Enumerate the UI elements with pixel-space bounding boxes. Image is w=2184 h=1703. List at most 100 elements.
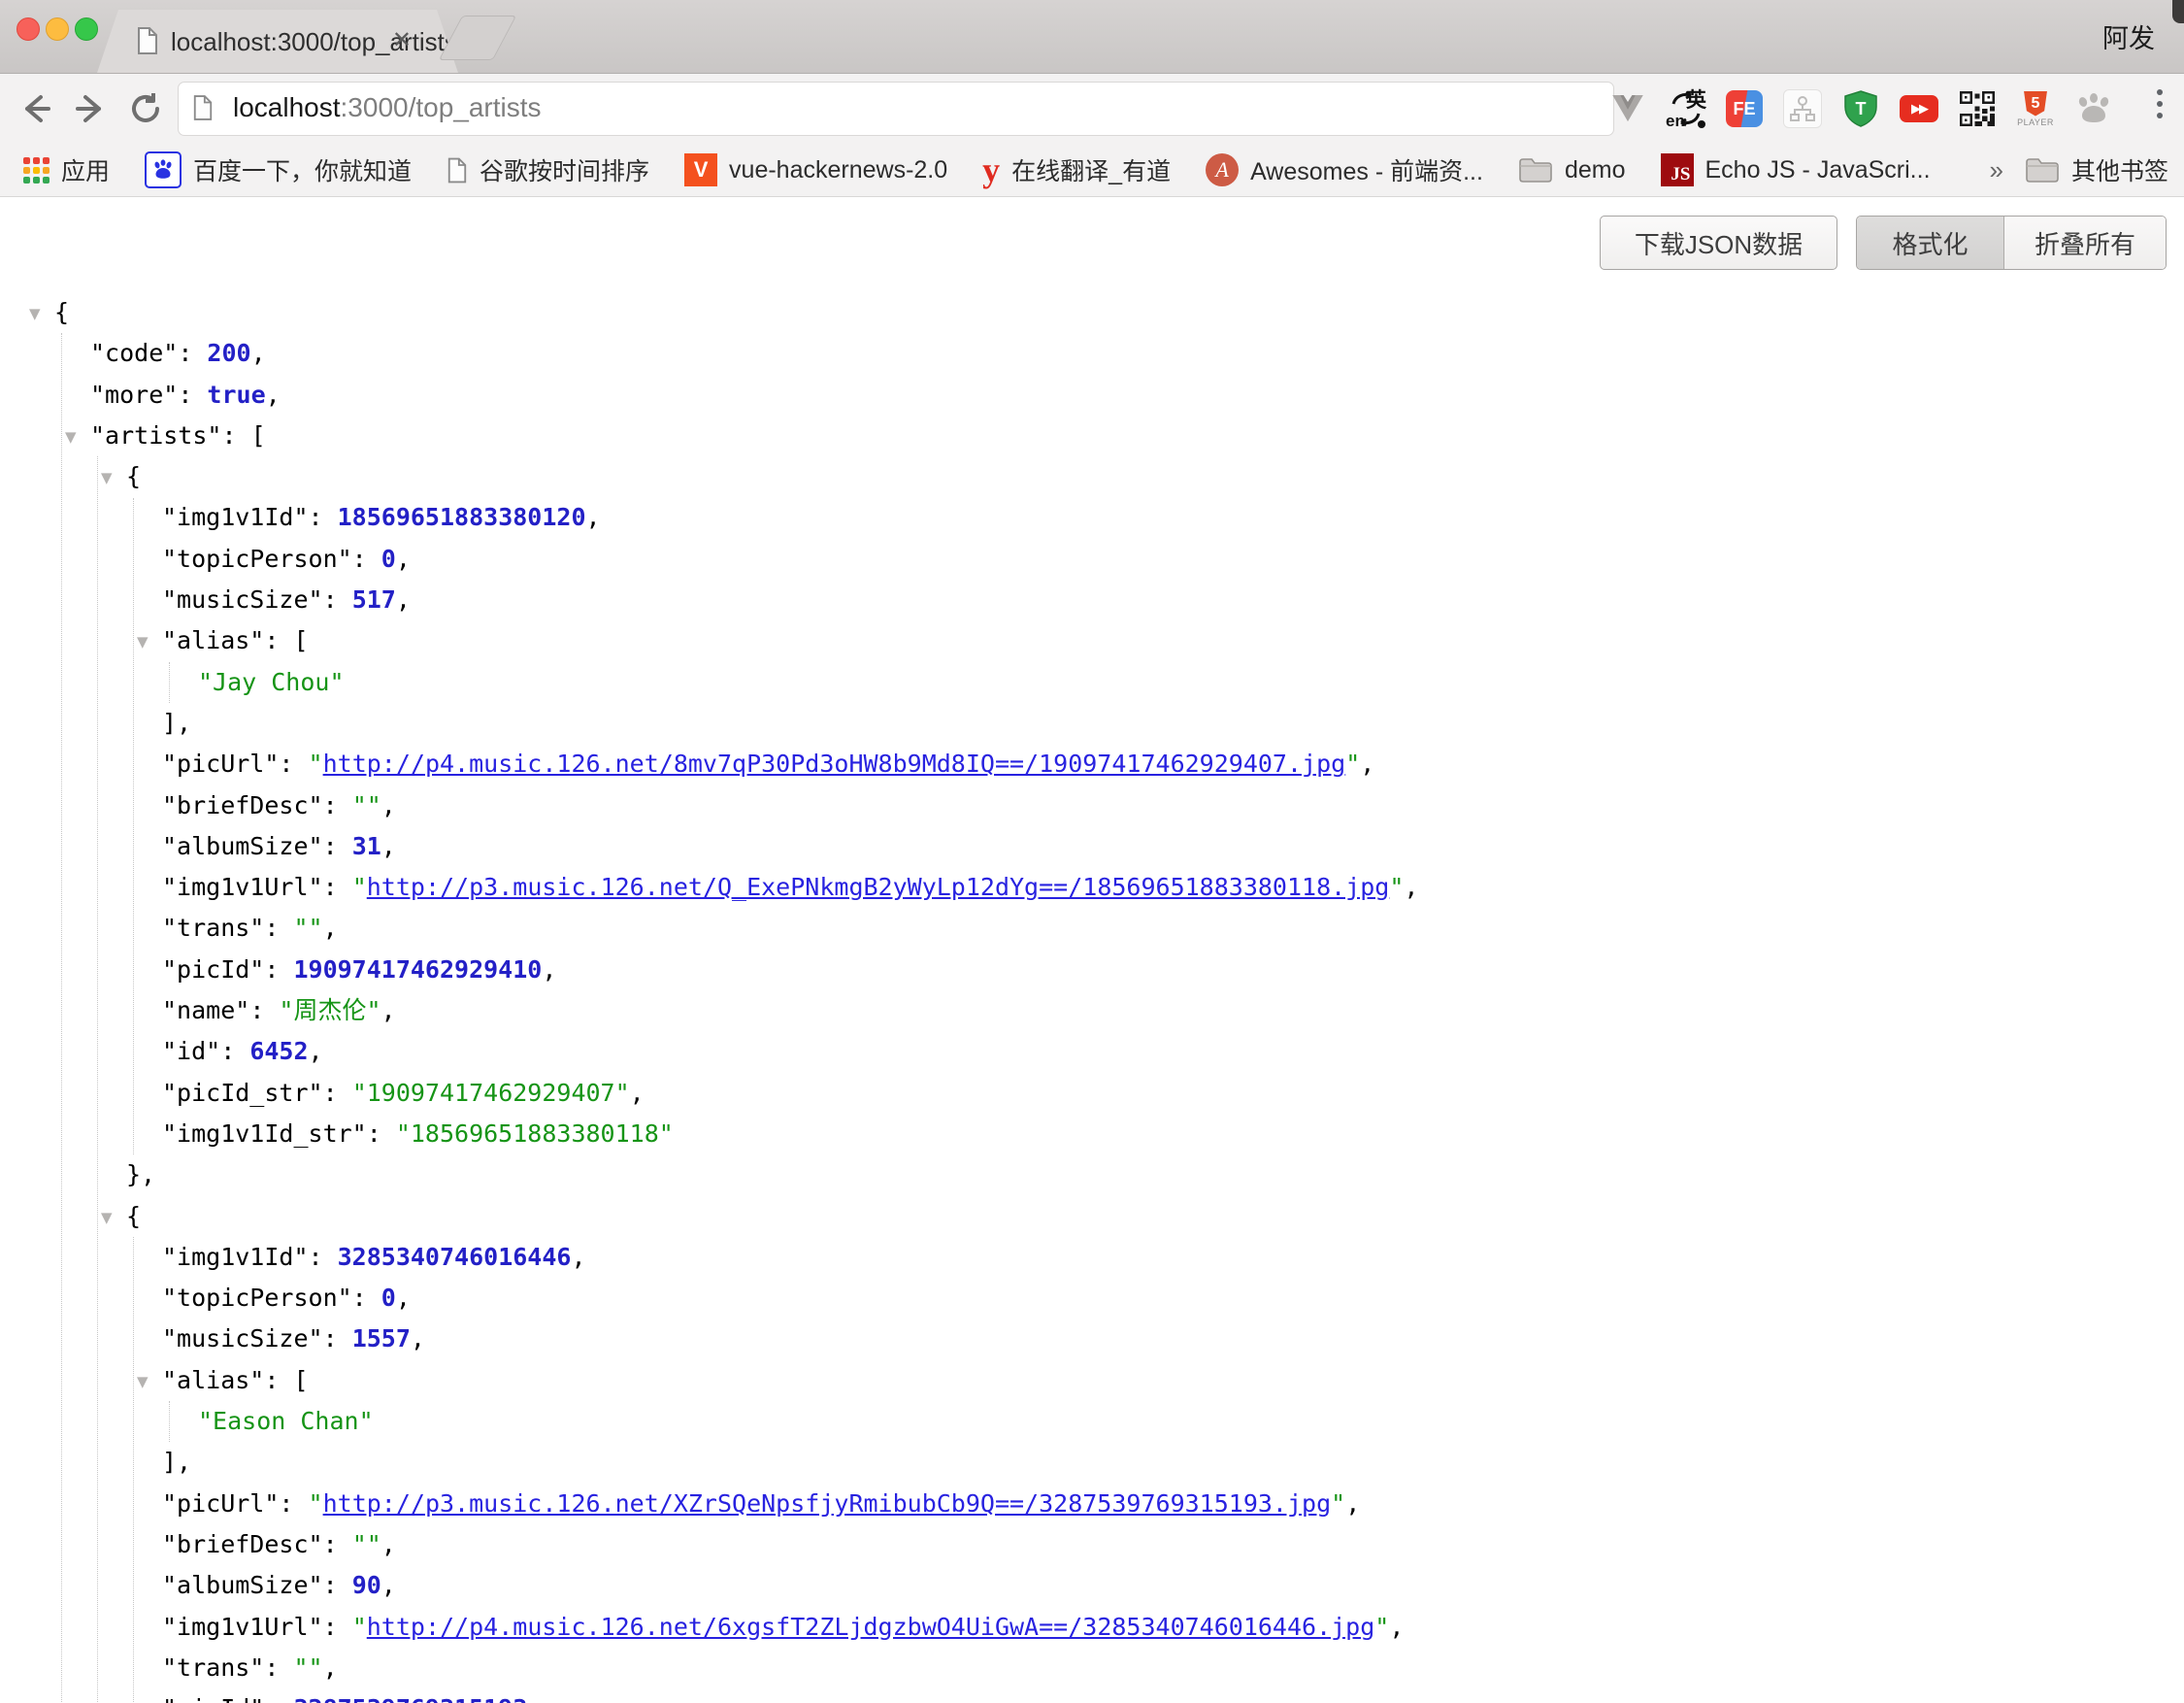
url-text: localhost:3000/top_artists <box>233 92 542 123</box>
json-token: 18569651883380120 <box>338 503 586 531</box>
bookmark-item[interactable]: 应用 <box>23 152 110 187</box>
vue-bookmark-icon: V <box>684 153 717 186</box>
json-token: { <box>54 298 69 326</box>
json-token: : <box>309 503 338 531</box>
json-token: , <box>251 339 266 367</box>
json-token: "more" <box>90 381 178 409</box>
format-button[interactable]: 格式化 <box>1857 217 2004 269</box>
json-link[interactable]: http://p4.music.126.net/8mv7qP30Pd3oHW8b… <box>323 750 1346 778</box>
collapse-toggle-icon[interactable]: ▼ <box>137 1361 149 1402</box>
tree-guide-line <box>97 456 98 1703</box>
json-token: "img1v1Url" <box>162 873 323 901</box>
json-token: 1557 <box>352 1324 411 1352</box>
fe-extension-icon[interactable]: FE <box>1724 83 1765 134</box>
json-line: "musicSize": 1557, <box>0 1319 2184 1359</box>
json-link[interactable]: http://p3.music.126.net/Q_ExePNkmgB2yWyL… <box>367 873 1390 901</box>
window-minimize-button[interactable] <box>46 17 69 41</box>
new-tab-button[interactable] <box>439 16 516 60</box>
window-close-button[interactable] <box>17 17 40 41</box>
bookmarks-overflow-icon[interactable]: » <box>1990 155 2003 185</box>
bookmark-item[interactable]: 百度一下，你就知道 <box>145 151 412 188</box>
bookmark-item[interactable]: Vvue-hackernews-2.0 <box>684 153 947 186</box>
collapse-toggle-icon[interactable]: ▼ <box>101 1197 113 1238</box>
window-zoom-button[interactable] <box>75 17 98 41</box>
page-icon <box>447 157 468 184</box>
translator-icon[interactable]: 英en <box>1666 88 1706 129</box>
sitemap-icon[interactable] <box>1782 83 1823 134</box>
echojs-icon: JS <box>1661 153 1694 186</box>
tab-title: localhost:3000/top_artists <box>171 27 457 57</box>
json-line: "picId": 19097417462929410, <box>0 950 2184 990</box>
json-token: "img1v1Id" <box>162 503 309 531</box>
json-token: "18569651883380118" <box>396 1119 674 1148</box>
json-token: "周杰伦" <box>279 996 381 1024</box>
json-token: , <box>266 381 281 409</box>
json-token: : <box>323 1079 352 1107</box>
tree-guide-line <box>61 333 62 1703</box>
bookmarks-list: 应用百度一下，你就知道谷歌按时间排序 Vvue-hackernews-2.0 y在线… <box>0 151 1931 188</box>
json-token: : <box>352 1284 381 1312</box>
collapse-toggle-icon[interactable]: ▼ <box>29 293 41 334</box>
json-token: : <box>264 914 293 942</box>
html5-player-icon[interactable]: 5PLAYER <box>2015 83 2056 134</box>
json-line: "picUrl": "http://p4.music.126.net/8mv7q… <box>0 744 2184 785</box>
vue-devtools-icon[interactable] <box>1607 83 1648 134</box>
json-line: ▼"alias": [ <box>0 620 2184 661</box>
json-token: : <box>367 1119 396 1148</box>
profile-name[interactable]: 阿发 <box>2102 17 2155 55</box>
json-token: : [ <box>221 421 265 450</box>
json-token: "img1v1Url" <box>162 1613 323 1641</box>
json-token: : <box>323 1571 352 1599</box>
other-bookmarks-label: 其他书签 <box>2071 152 2168 187</box>
json-token: "Eason Chan" <box>198 1407 374 1435</box>
collapse-all-button[interactable]: 折叠所有 <box>2004 217 2166 269</box>
bookmark-item[interactable]: demo <box>1518 156 1626 184</box>
bookmark-item[interactable]: y在线翻译_有道 <box>982 152 1171 187</box>
json-viewer: ▼{"code": 200,"more": true,▼"artists": [… <box>0 292 2184 1703</box>
folder-icon <box>1518 156 1553 184</box>
bookmark-item[interactable]: JSEcho JS - JavaScri... <box>1661 153 1931 186</box>
json-link[interactable]: http://p3.music.126.net/XZrSQeNpsfjyRmib… <box>323 1489 1332 1518</box>
json-token: , <box>630 1079 645 1107</box>
collapse-toggle-icon[interactable]: ▼ <box>65 417 77 457</box>
qr-code-icon[interactable] <box>1957 83 1998 134</box>
json-token: , <box>381 1530 396 1558</box>
json-token: , <box>396 585 411 614</box>
json-line: "Eason Chan" <box>0 1401 2184 1442</box>
json-token: , <box>1389 1613 1404 1641</box>
browser-menu-icon[interactable] <box>2157 89 2163 118</box>
svg-text:T: T <box>1856 99 1867 118</box>
bookmark-item[interactable]: AAwesomes - 前端资... <box>1206 152 1483 187</box>
json-token: , <box>1404 873 1418 901</box>
json-token: { <box>126 462 141 490</box>
forward-button[interactable] <box>72 85 118 132</box>
url-path: :3000/top_artists <box>341 92 542 122</box>
json-line: "picId_str": "19097417462929407", <box>0 1073 2184 1114</box>
other-bookmarks-folder[interactable]: 其他书签 <box>2025 152 2168 187</box>
json-token: : <box>352 545 381 573</box>
browser-tab[interactable]: localhost:3000/top_artists ✕ <box>97 10 458 73</box>
collapse-toggle-icon[interactable]: ▼ <box>137 621 149 662</box>
address-bar[interactable]: localhost:3000/top_artists <box>178 82 1614 136</box>
json-token: " <box>352 873 367 901</box>
json-token: " <box>1331 1489 1345 1518</box>
video-player-icon[interactable]: ▶▶ <box>1899 83 1939 134</box>
download-json-button[interactable]: 下载JSON数据 <box>1600 216 1837 270</box>
paw-icon[interactable] <box>2073 83 2114 134</box>
json-token: 3287539769315193 <box>293 1694 527 1703</box>
tampermonkey-icon[interactable]: T <box>1840 83 1881 134</box>
collapse-toggle-icon[interactable]: ▼ <box>101 457 113 498</box>
back-button[interactable] <box>16 85 62 132</box>
bookmark-item[interactable]: 谷歌按时间排序 <box>447 152 649 187</box>
reload-button[interactable] <box>126 85 173 132</box>
baidu-paw-icon <box>145 151 182 188</box>
view-mode-group: 格式化 折叠所有 <box>1856 216 2167 270</box>
tab-close-icon[interactable]: ✕ <box>392 26 412 54</box>
bookmark-label: 应用 <box>61 152 110 187</box>
json-token: "picUrl" <box>162 750 279 778</box>
json-token: : <box>220 1037 249 1065</box>
json-line: "Jay Chou" <box>0 662 2184 703</box>
json-token: "trans" <box>162 914 264 942</box>
json-token: , <box>323 914 338 942</box>
json-link[interactable]: http://p4.music.126.net/6xgsfT2ZLjdgzbwO… <box>367 1613 1375 1641</box>
